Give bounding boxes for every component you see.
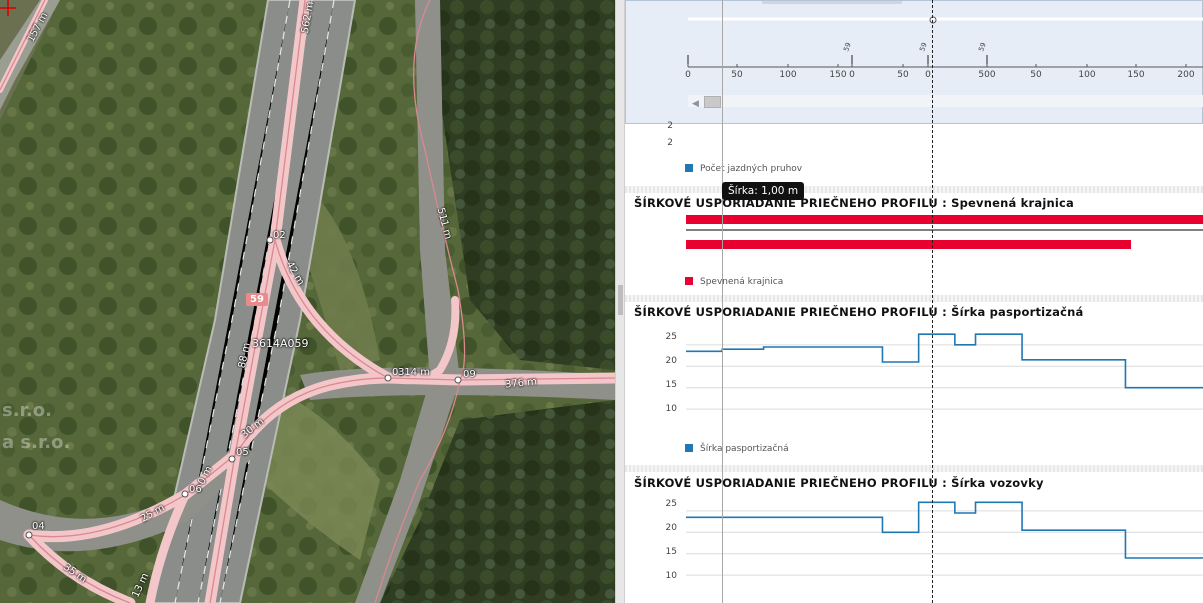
y-tick-10: 10 xyxy=(665,404,677,414)
hover-guide-line xyxy=(722,0,723,603)
navigator-tick-label: 100 xyxy=(779,70,797,80)
legend-item-pasport[interactable]: Šírka pasportizačná xyxy=(685,444,789,454)
y-tick-20: 20 xyxy=(665,356,677,366)
splitter-grip-icon[interactable] xyxy=(618,285,623,315)
navigator-tick-label: 0 xyxy=(685,70,691,80)
krajnica-bar-bottom xyxy=(686,240,1131,249)
y-tick-label: 2 xyxy=(667,121,673,131)
krajnica-bar-top xyxy=(686,215,1203,224)
navigator-tick-label: 200 xyxy=(1177,70,1195,80)
navigator-tick-label: 500 xyxy=(978,70,996,80)
navigator-scrollbar[interactable] xyxy=(688,95,1203,107)
series-line xyxy=(686,333,1203,389)
crosshair-icon xyxy=(0,0,16,16)
node-label-06[interactable]: 06 xyxy=(189,484,202,495)
pasport-chart[interactable] xyxy=(625,322,1203,442)
section-separator xyxy=(625,186,1203,193)
value-tooltip: Šírka: 1,00 m xyxy=(722,182,805,200)
node-label-04[interactable]: 04 xyxy=(32,521,45,532)
y-tick-15: 15 xyxy=(665,547,677,557)
road-number-badge[interactable]: 59 xyxy=(246,293,268,306)
legend-label: Spevnená krajnica xyxy=(700,277,784,287)
y-tick-10: 10 xyxy=(665,571,677,581)
navigator-tick-label: 0 xyxy=(925,70,931,80)
legend-swatch xyxy=(685,164,693,172)
navigator-scroll-thumb[interactable] xyxy=(704,96,721,108)
legend-swatch xyxy=(685,277,693,285)
watermark-text-1: s.r.o. xyxy=(2,400,52,421)
section-spevnena-krajnica: ŠÍRKOVÉ USPORIADANIE PRIEČNEHO PROFILU :… xyxy=(625,193,1203,295)
legend-item-pocet[interactable]: Počet jazdných pruhov xyxy=(685,164,802,174)
legend-label: Šírka pasportizačná xyxy=(700,444,789,454)
legend-item-krajnica[interactable]: Spevnená krajnica xyxy=(685,277,783,287)
node-label-05[interactable]: 05 xyxy=(236,447,249,458)
y-tick-25: 25 xyxy=(665,499,677,509)
navigator-tick-label: 100 xyxy=(1078,70,1096,80)
navigator-tick-label: 50 xyxy=(897,70,909,80)
navigator-tick-label: 0 xyxy=(849,70,855,80)
vozovka-chart[interactable] xyxy=(625,492,1203,603)
scroll-left-arrow-icon[interactable]: ◀ xyxy=(692,98,699,109)
navigator-tick-label: 150 xyxy=(1127,70,1145,80)
navigator-tick-label: 50 xyxy=(1030,70,1042,80)
pane-splitter[interactable] xyxy=(615,0,625,603)
section-separator xyxy=(625,465,1203,472)
navigator-tick-label: 50 xyxy=(731,70,743,80)
y-tick-15: 15 xyxy=(665,380,677,390)
profile-panel: 050100150050050050100150200 59 59 59 0 ◀… xyxy=(625,0,1203,603)
section-title: ŠÍRKOVÉ USPORIADANIE PRIEČNEHO PROFILU :… xyxy=(634,196,1074,210)
legend-label: Počet jazdných pruhov xyxy=(700,164,803,174)
section-separator xyxy=(625,295,1203,302)
dist-label-314: 314 m xyxy=(398,367,431,378)
navigator-axis xyxy=(687,16,1203,68)
y-tick-25: 25 xyxy=(665,332,677,342)
section-sirka-vozovky: ŠÍRKOVÉ USPORIADANIE PRIEČNEHO PROFILU :… xyxy=(625,472,1203,603)
node-label-02[interactable]: 02 xyxy=(273,230,286,241)
aerial-imagery xyxy=(0,0,615,603)
position-cursor-line[interactable] xyxy=(932,0,933,603)
segment-id-label[interactable]: 3614A059 xyxy=(252,337,309,350)
node-label-09[interactable]: 09 xyxy=(463,369,476,380)
section-sirka-pasport: ŠÍRKOVÉ USPORIADANIE PRIEČNEHO PROFILU :… xyxy=(625,302,1203,464)
overview-navigator[interactable]: 050100150050050050100150200 59 59 59 0 ◀ xyxy=(625,0,1203,124)
krajnica-chart xyxy=(686,215,1203,249)
section-title: ŠÍRKOVÉ USPORIADANIE PRIEČNEHO PROFILU :… xyxy=(634,305,1084,319)
section-pocet-pruhov: 2 2 Počet jazdných pruhov xyxy=(625,121,1203,186)
watermark-text-2: a s.r.o. xyxy=(2,432,71,453)
y-tick-label: 2 xyxy=(667,138,673,148)
map-view[interactable]: s.r.o. a s.r.o. 59 3614A059 157 m 562 m … xyxy=(0,0,615,603)
section-title: ŠÍRKOVÉ USPORIADANIE PRIEČNEHO PROFILU :… xyxy=(634,476,1044,490)
legend-swatch xyxy=(685,444,693,452)
y-tick-20: 20 xyxy=(665,523,677,533)
